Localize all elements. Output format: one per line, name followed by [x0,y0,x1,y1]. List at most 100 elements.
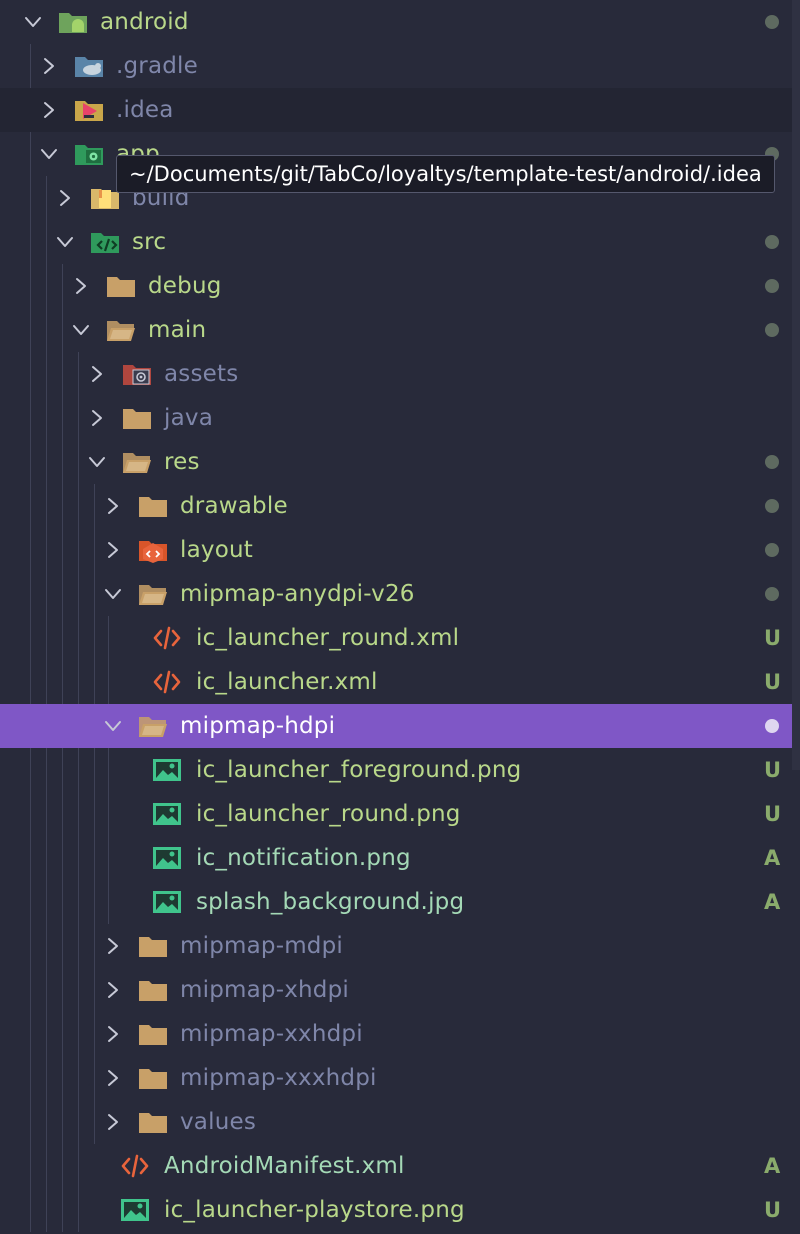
tree-item-label: ic_launcher_round.png [196,801,461,827]
tree-folder-row[interactable]: .gradle [0,44,800,88]
chevron-down-icon[interactable] [40,145,58,163]
modified-dot-icon [765,587,779,601]
tree-item-label: mipmap-hdpi [180,713,336,739]
tree-folder-row[interactable]: android [0,0,800,44]
folder-icon [139,1113,167,1133]
chevron-right-icon[interactable] [40,101,58,119]
chevron-right-icon[interactable] [88,409,106,427]
modified-dot-icon [765,279,779,293]
chevron-right-icon[interactable] [88,365,106,383]
chevron-right-icon[interactable] [104,1069,122,1087]
tree-item-label: ic_launcher.xml [196,669,378,695]
tree-item-label: mipmap-mdpi [180,933,343,959]
tree-folder-row[interactable]: src [0,220,800,264]
chevron-right-icon[interactable] [104,1025,122,1043]
folder-icon [123,409,151,429]
tree-item-label: splash_background.jpg [196,889,465,915]
tree-folder-row[interactable]: drawable [0,484,800,528]
xml-file-icon [153,626,181,650]
git-status-badge: A [764,1154,781,1178]
tree-file-row[interactable]: ic_launcher_round.xml U [0,616,800,660]
path-tooltip: ~/Documents/git/TabCo/loyaltys/template-… [116,155,775,193]
git-status-badge: U [764,802,782,826]
image-file-icon [153,759,181,781]
tree-item-label: assets [164,361,239,387]
folder-icon [139,1069,167,1089]
chevron-right-icon[interactable] [104,1113,122,1131]
image-file-icon [121,1199,149,1221]
tree-file-row[interactable]: splash_background.jpg A [0,880,800,924]
chevron-right-icon[interactable] [104,497,122,515]
chevron-right-icon[interactable] [104,937,122,955]
tree-item-label: ic_notification.png [196,845,411,871]
tree-item-label: values [180,1109,257,1135]
tree-folder-row[interactable]: .idea [0,88,800,132]
tree-folder-row[interactable]: main [0,308,800,352]
tree-item-label: mipmap-xhdpi [180,977,349,1003]
tree-item-label: android [100,9,189,35]
chevron-right-icon[interactable] [104,541,122,559]
modified-dot-icon [765,455,779,469]
tree-folder-row[interactable]: mipmap-anydpi-v26 [0,572,800,616]
chevron-right-icon[interactable] [72,277,90,295]
tree-item-label: .idea [116,97,174,123]
tree-item-label: ic_launcher_foreground.png [196,757,522,783]
image-file-icon [153,803,181,825]
tree-folder-row[interactable]: mipmap-xhdpi [0,968,800,1012]
tree-item-label: src [132,229,167,255]
tree-folder-row[interactable]: values [0,1100,800,1144]
chevron-down-icon[interactable] [24,13,42,31]
app-folder-icon [75,145,103,165]
folder-icon [139,497,167,517]
tree-item-label: layout [180,537,253,563]
modified-dot-icon [765,543,779,557]
src-folder-icon [91,233,119,253]
folder-icon [139,981,167,1001]
tree-item-label: res [164,449,200,475]
chevron-right-icon[interactable] [104,981,122,999]
git-status-badge: U [764,758,782,782]
xml-file-icon [121,1154,149,1178]
folder-icon [139,937,167,957]
android-folder-icon [59,13,87,33]
tree-item-label: main [148,317,207,343]
tree-folder-row[interactable]: assets [0,352,800,396]
tree-folder-row[interactable]: res [0,440,800,484]
modified-dot-icon [765,719,779,733]
folder-open-icon [107,321,135,341]
chevron-down-icon[interactable] [104,717,122,735]
chevron-down-icon[interactable] [72,321,90,339]
folder-open-icon [123,453,151,473]
scrollbar[interactable] [792,0,800,770]
chevron-down-icon[interactable] [104,585,122,603]
tree-item-label: debug [148,273,222,299]
idea-folder-icon [75,101,103,121]
chevron-right-icon[interactable] [56,189,74,207]
tree-item-label: mipmap-xxxhdpi [180,1065,377,1091]
tree-file-row[interactable]: ic_launcher_round.png U [0,792,800,836]
tree-file-row[interactable]: ic_launcher-playstore.png U [0,1188,800,1232]
folder-icon [139,1025,167,1045]
tree-folder-row[interactable]: mipmap-xxhdpi [0,1012,800,1056]
folder-open-icon [139,717,167,737]
tree-item-label: mipmap-anydpi-v26 [180,581,415,607]
git-status-badge: A [764,846,781,870]
tree-item-label: .gradle [116,53,199,79]
chevron-down-icon[interactable] [56,233,74,251]
xml-file-icon [153,670,181,694]
tree-file-row[interactable]: AndroidManifest.xml A [0,1144,800,1188]
assets-folder-icon [123,365,151,385]
git-status-badge: U [764,626,782,650]
chevron-down-icon[interactable] [88,453,106,471]
tree-file-row[interactable]: ic_notification.png A [0,836,800,880]
tree-folder-row[interactable]: mipmap-mdpi [0,924,800,968]
tree-file-row[interactable]: ic_launcher.xml U [0,660,800,704]
modified-dot-icon [765,15,779,29]
tree-folder-row[interactable]: java [0,396,800,440]
tree-folder-row[interactable]: debug [0,264,800,308]
chevron-right-icon[interactable] [40,57,58,75]
tree-folder-row[interactable]: mipmap-hdpi [0,704,800,748]
tree-folder-row[interactable]: mipmap-xxxhdpi [0,1056,800,1100]
tree-file-row[interactable]: ic_launcher_foreground.png U [0,748,800,792]
tree-folder-row[interactable]: layout [0,528,800,572]
